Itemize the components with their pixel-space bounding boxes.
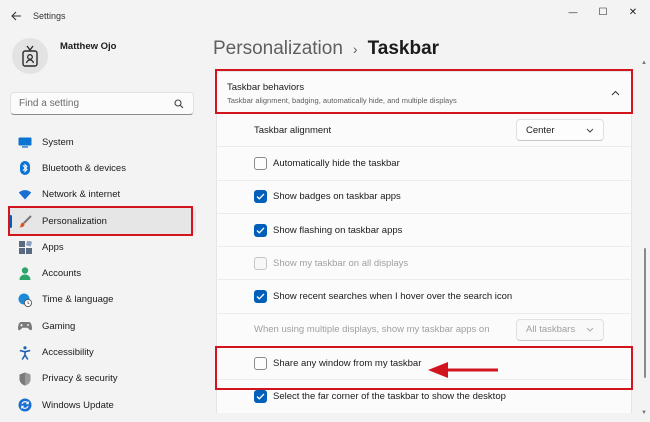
- maximize-icon: ☐: [598, 6, 608, 18]
- checkmark-icon: [256, 227, 265, 234]
- auto-hide-label: Automatically hide the taskbar: [273, 157, 400, 169]
- red-arrow-icon: [428, 362, 498, 378]
- checkmark-icon: [256, 293, 265, 300]
- sidebar-item-label: Time & language: [42, 294, 114, 306]
- scroll-down-icon[interactable]: ▼: [641, 410, 647, 416]
- share-window-highlight-box: [215, 346, 633, 390]
- sidebar-item-label: Privacy & security: [42, 373, 118, 385]
- flashing-checkbox[interactable]: [254, 223, 267, 237]
- taskbar-alignment-dropdown[interactable]: Center: [516, 119, 604, 141]
- update-icon: [18, 398, 32, 412]
- breadcrumb-parent[interactable]: Personalization: [213, 38, 343, 60]
- system-monitor-icon: [18, 135, 32, 149]
- maximize-button[interactable]: ☐: [589, 3, 617, 21]
- controller-icon: [18, 319, 32, 333]
- sidebar-item-label: Windows Update: [42, 399, 114, 411]
- recent-searches-label: Show recent searches when I hover over t…: [273, 291, 513, 303]
- apps-icon: [18, 240, 32, 254]
- avatar: [12, 38, 48, 74]
- search-icon: [173, 98, 185, 110]
- sidebar-item-time-language[interactable]: Time & language: [8, 287, 196, 313]
- back-button[interactable]: [6, 7, 26, 25]
- minimize-button[interactable]: —: [559, 3, 587, 21]
- taskbar-behaviors-highlight-box: [215, 69, 633, 114]
- sidebar-nav: System Bluetooth & devices Network & int…: [8, 129, 196, 418]
- sidebar-item-label: Accessibility: [42, 347, 94, 359]
- flashing-row[interactable]: Show flashing on taskbar apps: [216, 212, 632, 247]
- far-corner-checkbox[interactable]: [254, 390, 267, 404]
- sidebar-item-label: Gaming: [42, 320, 76, 332]
- app-title: Settings: [33, 11, 66, 21]
- multi-display-row: When using multiple displays, show my ta…: [216, 312, 632, 347]
- sidebar-item-label: System: [42, 136, 74, 148]
- search-input[interactable]: Find a setting: [10, 92, 194, 115]
- close-icon: ✕: [628, 6, 638, 18]
- breadcrumb: Personalization › Taskbar: [213, 38, 439, 60]
- close-button[interactable]: ✕: [619, 3, 647, 21]
- accessibility-icon: [18, 345, 32, 360]
- sidebar-item-accessibility[interactable]: Accessibility: [8, 339, 196, 365]
- badges-label: Show badges on taskbar apps: [273, 191, 401, 203]
- sidebar-item-windows-update[interactable]: Windows Update: [8, 392, 196, 418]
- all-displays-checkbox: [254, 256, 267, 270]
- scrollbar-thumb[interactable]: [644, 248, 646, 378]
- checkmark-icon: [256, 193, 265, 200]
- personalization-highlight-box: [8, 206, 193, 236]
- chevron-down-icon: [586, 128, 594, 133]
- user-name: Matthew Ojo: [60, 40, 117, 52]
- back-arrow-icon: [10, 11, 21, 21]
- sidebar-item-bluetooth[interactable]: Bluetooth & devices: [8, 155, 196, 181]
- badges-row[interactable]: Show badges on taskbar apps: [216, 179, 632, 213]
- user-profile[interactable]: Matthew Ojo: [12, 38, 116, 74]
- auto-hide-row[interactable]: Automatically hide the taskbar: [216, 146, 632, 180]
- far-corner-label: Select the far corner of the taskbar to …: [273, 391, 506, 403]
- breadcrumb-separator-icon: ›: [352, 41, 358, 57]
- multi-display-value: All taskbars: [526, 324, 576, 336]
- search-placeholder: Find a setting: [19, 98, 80, 109]
- sidebar-item-system[interactable]: System: [8, 129, 196, 155]
- scroll-up-icon[interactable]: ▲: [641, 60, 647, 66]
- minimize-icon: —: [568, 7, 578, 17]
- taskbar-alignment-label: Taskbar alignment: [254, 124, 332, 136]
- recent-searches-row[interactable]: Show recent searches when I hover over t…: [216, 279, 632, 313]
- taskbar-alignment-value: Center: [526, 124, 555, 136]
- taskbar-alignment-row: Taskbar alignment Center: [216, 113, 632, 147]
- sidebar-item-gaming[interactable]: Gaming: [8, 313, 196, 339]
- sidebar-item-label: Accounts: [42, 268, 82, 280]
- all-displays-row: Show my taskbar on all displays: [216, 246, 632, 280]
- person-badge-icon: [22, 45, 38, 67]
- wifi-icon: [18, 188, 32, 202]
- sidebar-item-label: Bluetooth & devices: [42, 162, 126, 174]
- all-displays-label: Show my taskbar on all displays: [273, 257, 409, 269]
- flashing-label: Show flashing on taskbar apps: [273, 224, 403, 236]
- page-title: Taskbar: [367, 38, 440, 59]
- person-icon: [18, 267, 32, 281]
- sidebar-item-network[interactable]: Network & internet: [8, 182, 196, 208]
- shield-icon: [18, 372, 32, 386]
- badges-checkbox[interactable]: [254, 190, 267, 204]
- title-bar: Settings — ☐ ✕: [0, 0, 650, 32]
- multi-display-dropdown: All taskbars: [516, 318, 604, 341]
- multi-display-label: When using multiple displays, show my ta…: [254, 324, 490, 336]
- sidebar-item-accounts[interactable]: Accounts: [8, 260, 196, 286]
- globe-clock-icon: [18, 293, 32, 307]
- sidebar-item-label: Apps: [42, 241, 64, 253]
- chevron-down-icon: [586, 327, 594, 332]
- sidebar-item-privacy-security[interactable]: Privacy & security: [8, 366, 196, 392]
- sidebar-item-label: Network & internet: [42, 189, 121, 201]
- sidebar-item-apps[interactable]: Apps: [8, 234, 196, 260]
- auto-hide-checkbox[interactable]: [254, 156, 267, 170]
- checkmark-icon: [256, 393, 265, 400]
- bluetooth-icon: [18, 161, 32, 176]
- recent-searches-checkbox[interactable]: [254, 290, 267, 304]
